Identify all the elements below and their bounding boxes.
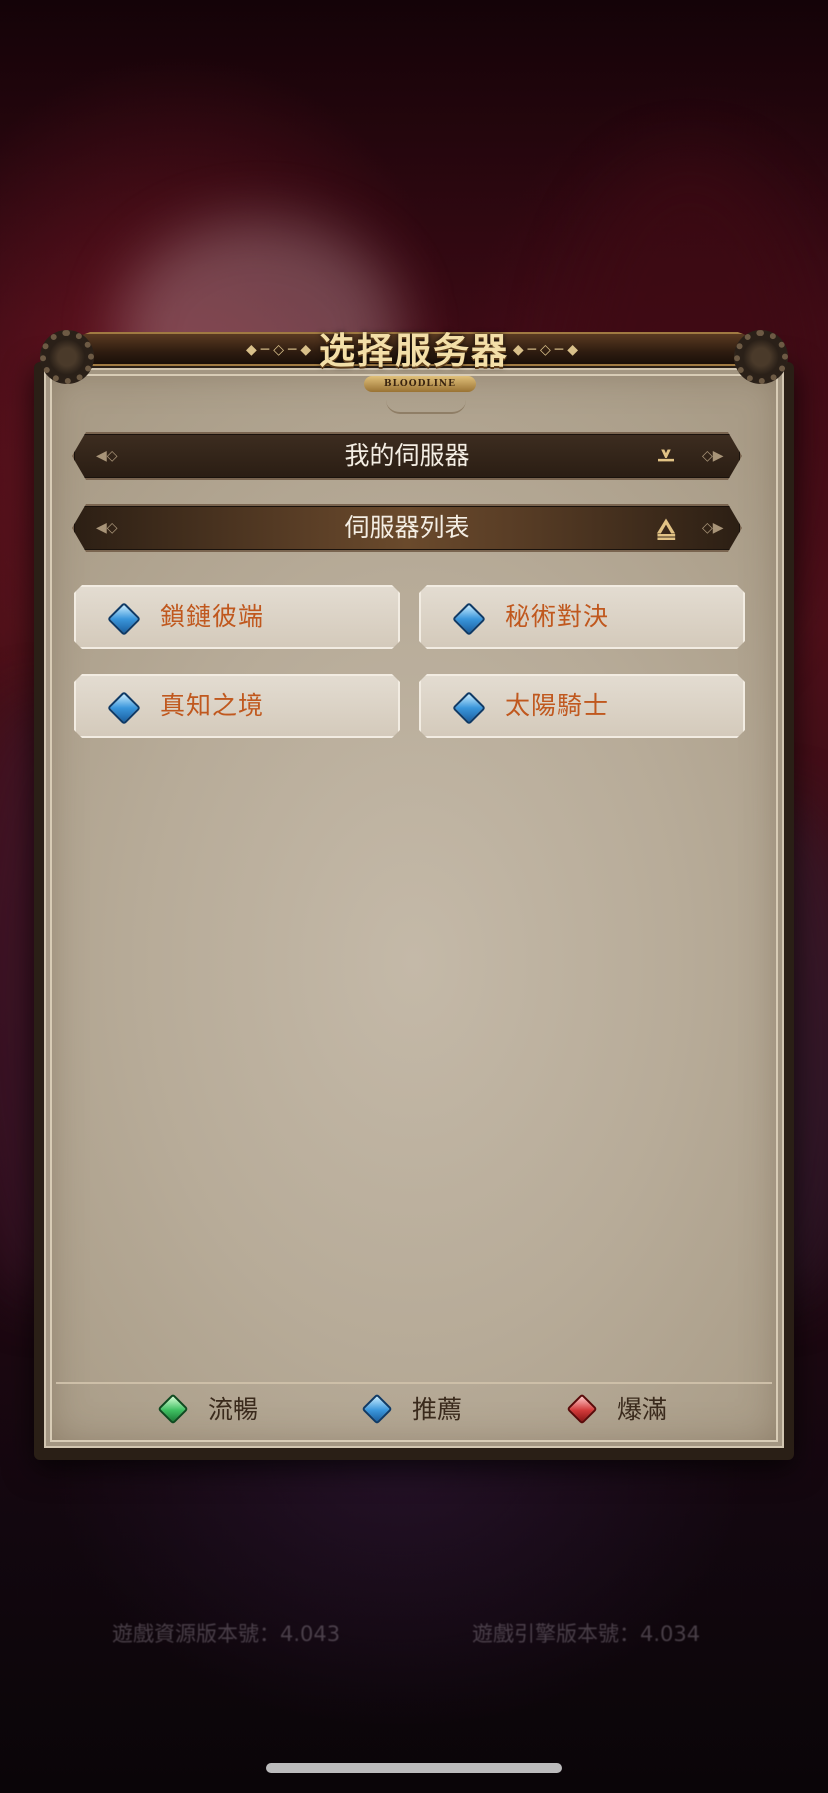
status-gem-icon	[452, 602, 486, 636]
status-legend: 流暢 推薦 爆滿	[56, 1382, 772, 1434]
game-logo: BLOODLINE	[364, 376, 476, 392]
red-gem-icon	[566, 1393, 598, 1425]
title-banner: ◆─◇─◆ ◆─◇─◆ 选择服务器 BLOODLINE	[6, 322, 822, 392]
green-gem-icon	[157, 1393, 189, 1425]
server-name: 鎖鏈彼端	[160, 602, 265, 631]
section-server-list[interactable]: ◀◇ 伺服器列表 ⩠ ◇▶	[72, 504, 742, 552]
legend-label: 推薦	[412, 1395, 463, 1424]
blue-gem-icon	[361, 1393, 393, 1425]
chevron-up-icon: ⩠	[656, 511, 676, 546]
server-button[interactable]: 秘術對決	[419, 585, 745, 649]
status-gem-icon	[107, 602, 141, 636]
ornament-icon: ◇▶	[702, 448, 724, 464]
chevron-down-icon: ⩡	[657, 439, 675, 474]
legend-label: 流暢	[208, 1395, 259, 1424]
ornament-divider	[386, 400, 466, 414]
server-name: 秘術對決	[505, 602, 610, 631]
status-gem-icon	[452, 691, 486, 725]
dialog-title: 选择服务器	[318, 330, 509, 372]
home-indicator[interactable]	[266, 1763, 562, 1773]
server-name: 真知之境	[160, 691, 265, 720]
status-gem-icon	[107, 691, 141, 725]
section-label: 伺服器列表	[344, 513, 470, 542]
resource-version-text: 遊戲資源版本號：4.043	[112, 1622, 341, 1646]
legend-label: 爆滿	[617, 1395, 668, 1424]
ornament-icon: ◇▶	[702, 520, 724, 536]
server-name: 太陽騎士	[505, 691, 610, 720]
server-button[interactable]: 真知之境	[74, 674, 400, 738]
server-button[interactable]: 太陽騎士	[419, 674, 745, 738]
engine-version-text: 遊戲引擎版本號：4.034	[472, 1622, 701, 1646]
server-button[interactable]: 鎖鏈彼端	[74, 585, 400, 649]
section-my-servers[interactable]: ◀◇ 我的伺服器 ⩡ ◇▶	[72, 432, 742, 480]
section-label: 我的伺服器	[344, 441, 470, 470]
